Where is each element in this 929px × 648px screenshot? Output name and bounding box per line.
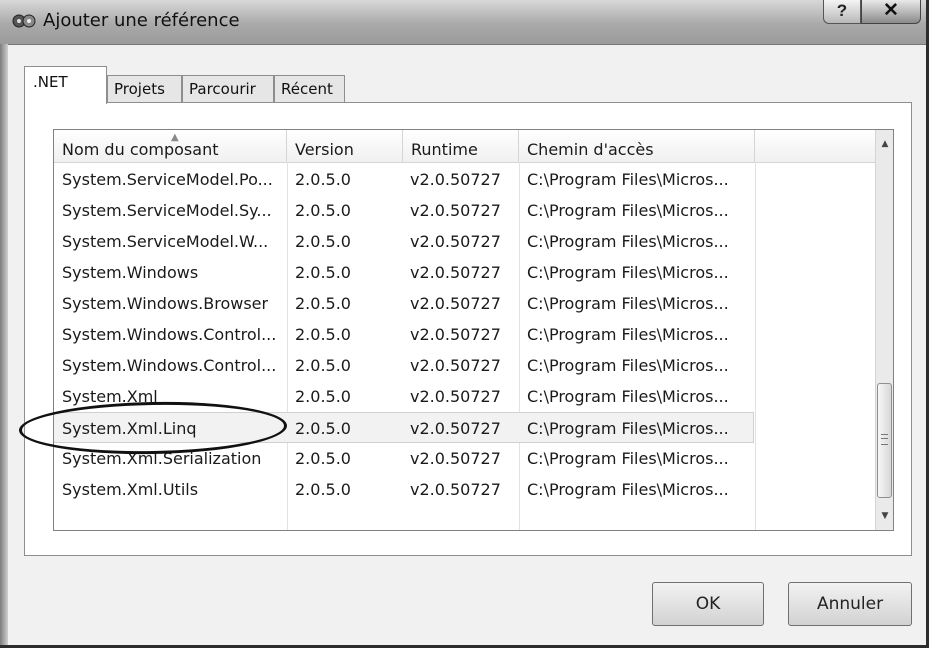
cell-runtime: v2.0.50727 [410,294,501,313]
cell-runtime: v2.0.50727 [410,201,501,220]
tab-recent[interactable]: Récent [274,75,345,103]
component-list[interactable]: ▲ Nom du composant Version Runtime Chemi… [53,129,894,531]
tab-projets[interactable]: Projets [107,75,182,103]
cell-path: C:\Program Files\Micros... [527,480,729,499]
cell-runtime: v2.0.50727 [410,387,501,406]
cell-path: C:\Program Files\Micros... [527,387,729,406]
cell-version: 2.0.5.0 [295,325,351,344]
vertical-scrollbar[interactable]: ▲ ▼ [875,130,893,530]
sort-ascending-icon: ▲ [171,132,179,143]
column-divider [755,162,756,530]
tab-panel-net: ▲ Nom du composant Version Runtime Chemi… [24,102,912,556]
cell-path: C:\Program Files\Micros... [527,294,729,313]
column-header-runtime[interactable]: Runtime [403,130,519,162]
cell-version: 2.0.5.0 [295,263,351,282]
table-row-selected[interactable]: System.Xml.Linq 2.0.5.0 v2.0.50727 C:\Progr… [54,412,754,443]
tab-net[interactable]: .NET [24,66,107,104]
scrollbar-thumb[interactable] [877,383,892,498]
column-header-name[interactable]: ▲ Nom du composant [54,130,287,162]
table-row[interactable]: System.Xml.Utils 2.0.5.0 v2.0.50727 C:\Prog… [54,474,754,505]
cancel-button[interactable]: Annuler [788,582,912,626]
cell-version: 2.0.5.0 [295,170,351,189]
cell-runtime: v2.0.50727 [410,419,501,438]
cell-runtime: v2.0.50727 [410,480,501,499]
cell-name: System.Windows.Browser [62,294,269,313]
cell-runtime: v2.0.50727 [410,232,501,251]
cell-runtime: v2.0.50727 [410,449,501,468]
column-header-name-label: Nom du composant [62,140,219,159]
cell-path: C:\Program Files\Micros... [527,232,729,251]
cell-path: C:\Program Files\Micros... [527,356,729,375]
cell-name: System.ServiceModel.Po... [62,170,273,189]
table-row[interactable]: System.Xml.Serialization 2.0.5.0 v2.0.5072… [54,443,754,474]
cell-runtime: v2.0.50727 [410,356,501,375]
cell-name: System.Windows [62,263,199,282]
cell-version: 2.0.5.0 [295,449,351,468]
grip-icon [881,434,888,445]
cell-version: 2.0.5.0 [295,356,351,375]
cell-version: 2.0.5.0 [295,232,351,251]
cell-name: System.ServiceModel.W... [62,232,269,251]
list-header: ▲ Nom du composant Version Runtime Chemi… [54,130,875,163]
cell-name: System.ServiceModel.Sy... [62,201,272,220]
cell-version: 2.0.5.0 [295,387,351,406]
cell-name: System.Xml [62,387,158,406]
cell-name: System.Xml.Utils [62,480,199,499]
cell-runtime: v2.0.50727 [410,325,501,344]
cell-name: System.Windows.Control... [62,325,277,344]
components-icon [12,13,36,29]
cell-runtime: v2.0.50727 [410,263,501,282]
cell-version: 2.0.5.0 [295,201,351,220]
cell-version: 2.0.5.0 [295,480,351,499]
table-row[interactable]: System.Windows.Browser 2.0.5.0 v2.0.50727 C… [54,288,754,319]
table-row[interactable]: System.ServiceModel.Po... 2.0.5.0 v2.0.507… [54,164,754,195]
cell-path: C:\Program Files\Micros... [527,325,729,344]
column-header-path[interactable]: Chemin d'accès [519,130,755,162]
title-bar[interactable]: Ajouter une référence ? ✕ [0,0,926,45]
tab-parcourir[interactable]: Parcourir [182,75,274,103]
close-button[interactable]: ✕ [861,0,921,24]
ok-button[interactable]: OK [652,582,764,626]
cell-version: 2.0.5.0 [295,419,351,438]
close-icon: ✕ [883,0,899,21]
cell-name: System.Xml.Serialization [62,449,262,468]
cell-version: 2.0.5.0 [295,294,351,313]
cell-path: C:\Program Files\Micros... [527,263,729,282]
cell-path: C:\Program Files\Micros... [527,449,729,468]
window-title: Ajouter une référence [43,10,240,31]
cell-runtime: v2.0.50727 [410,170,501,189]
table-row[interactable]: System.Xml 2.0.5.0 v2.0.50727 C:\Program Fi… [54,381,754,412]
table-row[interactable]: System.Windows 2.0.5.0 v2.0.50727 C:\Progra… [54,257,754,288]
column-header-filler [755,130,875,162]
cell-path: C:\Program Files\Micros... [527,419,729,438]
add-reference-dialog: Ajouter une référence ? ✕ .NET Projets P… [0,0,929,648]
table-row[interactable]: System.Windows.Control... 2.0.5.0 v2.0.507… [54,350,754,381]
column-header-version[interactable]: Version [287,130,403,162]
cell-path: C:\Program Files\Micros... [527,170,729,189]
table-row[interactable]: System.ServiceModel.W... 2.0.5.0 v2.0.5072… [54,226,754,257]
scroll-down-arrow-icon[interactable]: ▼ [876,506,893,526]
cell-name: System.Windows.Control... [62,356,277,375]
help-button[interactable]: ? [823,0,861,24]
window-left-border [0,44,8,645]
cell-name: System.Xml.Linq [62,419,197,438]
cell-path: C:\Program Files\Micros... [527,201,729,220]
table-row[interactable]: System.ServiceModel.Sy... 2.0.5.0 v2.0.507… [54,195,754,226]
scroll-up-arrow-icon[interactable]: ▲ [876,134,893,154]
table-row[interactable]: System.Windows.Control... 2.0.5.0 v2.0.507… [54,319,754,350]
